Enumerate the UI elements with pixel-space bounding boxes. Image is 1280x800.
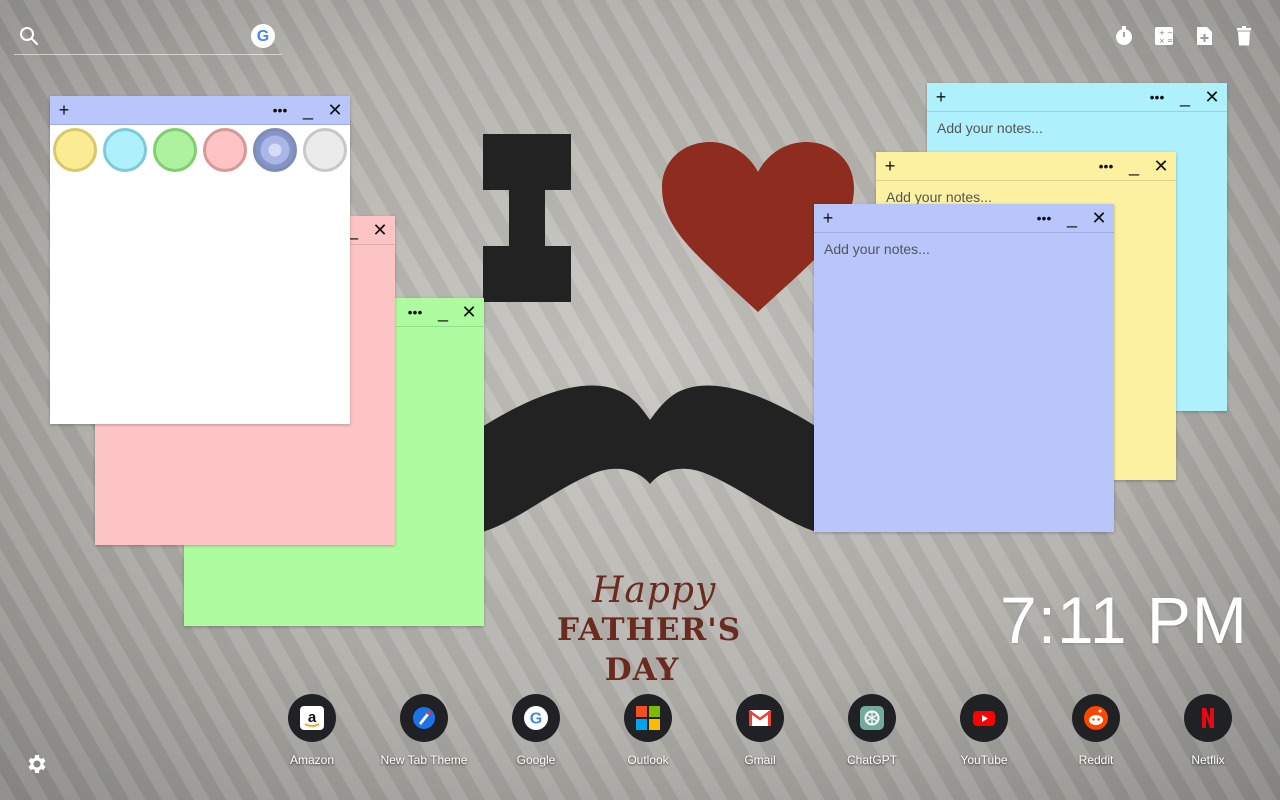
gmail-icon [736,694,784,742]
close-icon[interactable]: ✕ [1089,208,1109,228]
shortcut-youtube[interactable]: YouTube [934,694,1034,767]
shortcut-label: New Tab Theme [380,753,468,767]
more-options-icon[interactable]: ••• [405,302,425,322]
shortcut-new-tab-theme[interactable]: New Tab Theme [374,694,474,767]
svg-text:× =: × = [1159,37,1173,45]
color-swatch-yellow[interactable] [53,128,97,172]
note-toolbar: + ••• _ ✕ [814,204,1114,233]
add-note-icon[interactable]: + [818,208,838,228]
minimize-icon[interactable]: _ [1124,156,1144,176]
shortcut-label: Netflix [1191,753,1225,767]
search-icon[interactable] [18,25,40,47]
search-bar[interactable]: G [14,20,282,55]
shortcut-outlook[interactable]: Outlook [598,694,698,767]
minimize-icon[interactable]: _ [1175,87,1195,107]
shortcut-label: Outlook [627,753,669,767]
reddit-icon [1072,694,1120,742]
day-text: DAY [604,652,680,688]
close-icon[interactable]: ✕ [1151,156,1171,176]
svg-text:+ −: + − [1159,29,1173,37]
timer-icon[interactable] [1112,24,1136,48]
amazon-icon: a [288,694,336,742]
color-swatch-green[interactable] [153,128,197,172]
add-note-icon[interactable]: + [54,100,74,120]
more-options-icon[interactable]: ••• [1147,87,1167,107]
trash-icon[interactable] [1232,24,1256,48]
new-tab-theme-icon [400,694,448,742]
add-note-icon[interactable]: + [931,87,951,107]
shortcut-label: ChatGPT [846,753,897,767]
note-toolbar: + ••• _ ✕ [50,96,350,125]
color-swatch-gray[interactable] [303,128,347,172]
close-icon[interactable]: ✕ [370,220,390,240]
shortcut-netflix[interactable]: Netflix [1158,694,1258,767]
note-toolbar: + ••• _ ✕ [876,152,1176,181]
more-options-icon[interactable]: ••• [270,100,290,120]
note-toolbar: + ••• _ ✕ [927,83,1227,112]
shortcut-label: YouTube [960,753,1008,767]
add-note-icon[interactable] [1192,24,1216,48]
google-search-engine-icon[interactable]: G [251,24,275,48]
color-swatch-cyan[interactable] [103,128,147,172]
shortcut-label: Gmail [744,753,776,767]
outlook-icon [624,694,672,742]
more-options-icon[interactable]: ••• [1096,156,1116,176]
shortcut-label: Amazon [289,753,335,767]
chatgpt-icon [848,694,896,742]
minimize-icon[interactable]: _ [433,302,453,322]
shortcut-label: Google [516,753,556,767]
shortcut-reddit[interactable]: Reddit [1046,694,1146,767]
letter-i-graphic [483,134,571,302]
shortcut-label: Reddit [1078,753,1114,767]
youtube-icon [960,694,1008,742]
close-icon[interactable]: ✕ [459,302,479,322]
minimize-icon[interactable]: _ [298,100,318,120]
note-text-area[interactable] [814,233,1114,532]
mustache-graphic [482,385,817,532]
close-icon[interactable]: ✕ [1202,87,1222,107]
clock: 7:11 PM [1000,583,1248,657]
svg-text:G: G [530,711,542,728]
minimize-icon[interactable]: _ [1062,208,1082,228]
more-options-icon[interactable]: ••• [1034,208,1054,228]
svg-text:a: a [308,709,317,726]
shortcut-chatgpt[interactable]: ChatGPT [822,694,922,767]
color-swatch-pink[interactable] [203,128,247,172]
add-note-icon[interactable]: + [880,156,900,176]
shortcut-gmail[interactable]: Gmail [710,694,810,767]
google-icon: G [512,694,560,742]
fathers-text: FATHER'S [557,612,742,648]
happy-text: Happy [592,570,717,611]
sticky-note-blue[interactable]: + ••• _ ✕ [814,204,1114,532]
svg-text:G: G [257,28,269,45]
netflix-icon [1184,694,1232,742]
shortcut-amazon[interactable]: a Amazon [262,694,362,767]
calculator-icon[interactable]: + − × = [1152,24,1176,48]
gear-icon[interactable] [24,752,48,776]
shortcut-google[interactable]: G Google [486,694,586,767]
close-icon[interactable]: ✕ [325,100,345,120]
color-swatch-blue-selected[interactable] [253,128,297,172]
